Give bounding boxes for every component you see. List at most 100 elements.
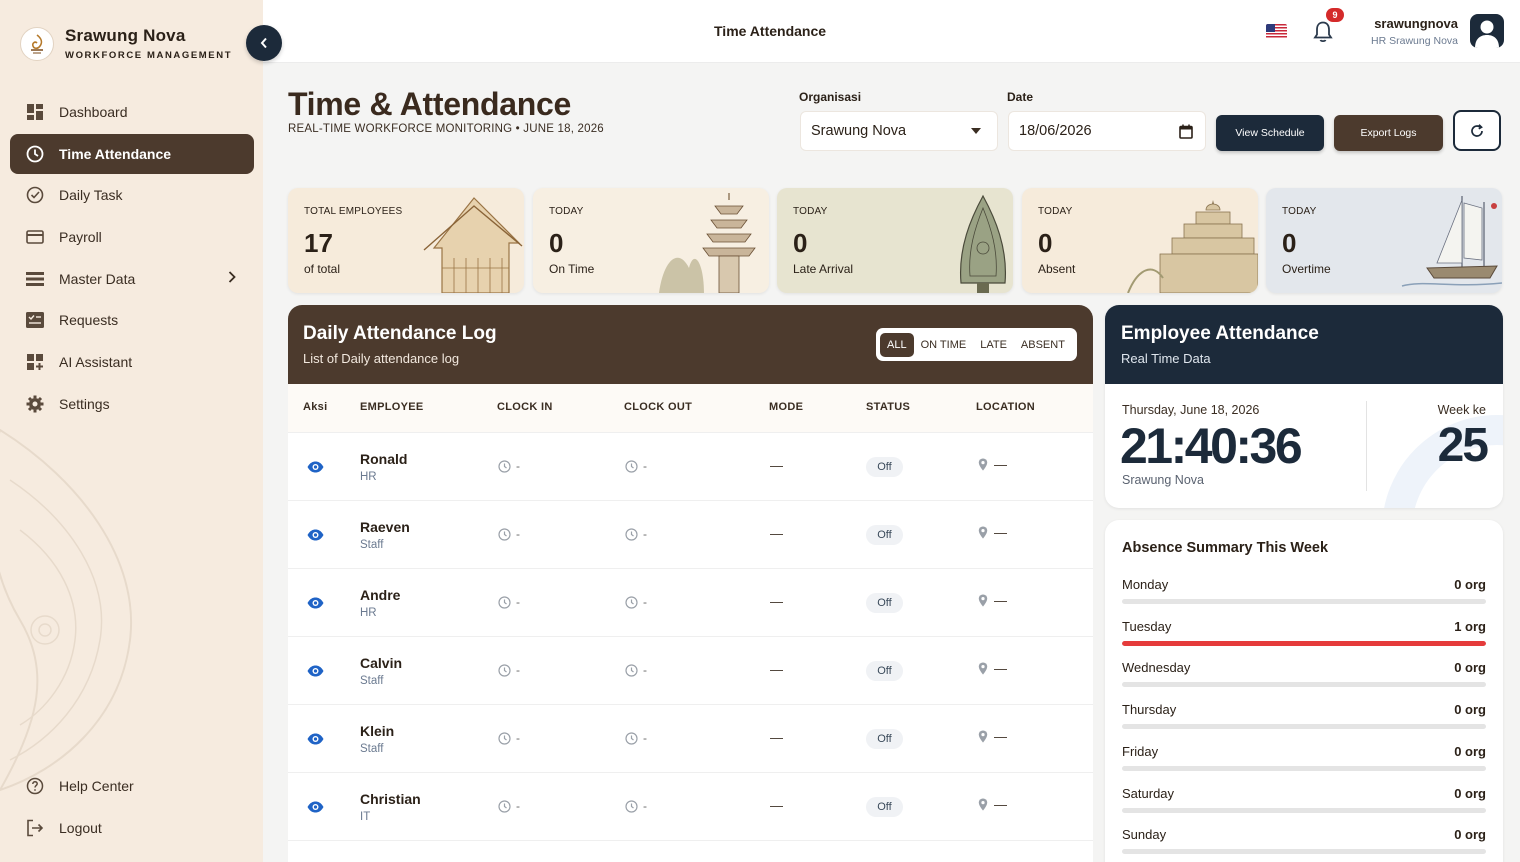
column-header-mode: MODE [769, 401, 804, 413]
day-label: Thursday [1122, 702, 1177, 718]
brand-logo [20, 26, 54, 61]
location-pin-icon [978, 594, 988, 607]
collapse-sidebar-button[interactable] [246, 25, 282, 61]
top-bar: Time Attendance 9 srawungnova HR Srawung… [263, 0, 1520, 63]
log-subtitle: List of Daily attendance log [303, 351, 460, 366]
stat-label: TODAY [793, 206, 828, 217]
stat-subtitle: Absent [1038, 262, 1076, 276]
refresh-button[interactable] [1453, 110, 1501, 151]
table-row: Raeven Staff - - — Off — [288, 501, 1093, 569]
chevron-left-icon [260, 37, 267, 49]
location-cell: — [978, 593, 1007, 608]
location-cell: — [978, 525, 1007, 540]
sidebar-item-settings[interactable]: Settings [10, 384, 254, 424]
bell-icon[interactable] [1312, 20, 1334, 44]
stat-subtitle: of total [304, 262, 341, 276]
date-field[interactable]: 18/06/2026 [1008, 111, 1206, 151]
clock-in-value: - [516, 595, 520, 609]
organisasi-select[interactable]: Srawung Nova [800, 111, 998, 151]
user-role: HR Srawung Nova [1371, 35, 1458, 47]
sidebar-item-ai-assistant[interactable]: AI Assistant [10, 342, 254, 382]
clock-icon [625, 459, 638, 473]
week-label: Week ke [1437, 403, 1486, 417]
employee-attendance-header: Employee Attendance Real Time Data [1105, 305, 1503, 384]
clock-out-value: - [643, 799, 647, 813]
clock-icon [625, 731, 638, 745]
calendar-icon[interactable] [1179, 124, 1193, 139]
absence-day-row: Friday 0 org [1122, 744, 1486, 774]
clock-in-cell: - [498, 663, 520, 677]
filter-absent[interactable]: ABSENT [1014, 333, 1072, 357]
page-subtitle: REAL-TIME WORKFORCE MONITORING • JUNE 18… [288, 123, 604, 135]
employee-name: Klein [360, 723, 395, 739]
column-header-employee: EMPLOYEE [360, 401, 424, 413]
location-pin-icon [978, 730, 988, 743]
sidebar-item-master-data[interactable]: Master Data [10, 259, 254, 299]
avatar[interactable] [1470, 14, 1504, 48]
absence-progress-bar [1122, 599, 1486, 604]
clock-out-value: - [643, 663, 647, 677]
export-logs-button[interactable]: Export Logs [1334, 115, 1443, 151]
view-eye-icon[interactable] [307, 529, 324, 541]
week-number: 25 [1437, 419, 1489, 472]
view-schedule-button[interactable]: View Schedule [1216, 115, 1324, 151]
location-pin-icon [978, 662, 988, 675]
stat-card-absent: TODAY 0 Absent [1022, 188, 1258, 293]
divider [1366, 401, 1367, 491]
clock-in-value: - [516, 663, 520, 677]
sidebar-item-daily-task[interactable]: Daily Task [10, 175, 254, 215]
employee-name: Calvin [360, 655, 403, 671]
us-flag-icon[interactable] [1266, 24, 1287, 39]
sidebar-item-time-attendance[interactable]: Time Attendance [10, 133, 254, 174]
employee-name: Ronald [360, 451, 408, 467]
filter-on-time[interactable]: ON TIME [914, 333, 974, 357]
column-header-location: LOCATION [976, 401, 1036, 413]
view-eye-icon[interactable] [307, 665, 324, 677]
status-badge: Off [866, 457, 903, 477]
temple-pagoda-illustration [659, 193, 756, 293]
absence-summary-panel: Absence Summary This Week Monday 0 org T… [1105, 520, 1503, 862]
mode-value: — [770, 798, 783, 813]
sidebar-item-dashboard[interactable]: Dashboard [10, 92, 254, 132]
date-value: 18/06/2026 [1019, 123, 1092, 139]
clock-in-value: - [516, 459, 520, 473]
sidebar: Srawung Nova WORKFORCE MANAGEMENT Dashbo… [0, 0, 263, 862]
absence-progress-fill [1122, 640, 1486, 646]
status-filter-group: ALL ON TIME LATE ABSENT [876, 328, 1077, 361]
brand-subtitle: WORKFORCE MANAGEMENT [65, 50, 233, 61]
table-row: Christian IT - - — Off — [288, 773, 1093, 841]
view-eye-icon[interactable] [307, 461, 324, 473]
filter-all[interactable]: ALL [880, 332, 914, 357]
sidebar-item-help-center[interactable]: Help Center [10, 766, 254, 806]
status-badge: Off [866, 729, 903, 749]
view-eye-icon[interactable] [307, 597, 324, 609]
stat-subtitle: On Time [549, 262, 595, 276]
stat-label: TODAY [1282, 206, 1317, 217]
sidebar-item-requests[interactable]: Requests [10, 300, 254, 340]
gear-icon [26, 395, 44, 413]
day-count: 0 org [1454, 702, 1486, 718]
grid-plus-icon [26, 353, 44, 371]
absence-day-row: Saturday 0 org [1122, 786, 1486, 816]
status-badge: Off [866, 797, 903, 817]
stat-card-on-time: TODAY 0 On Time [533, 188, 769, 293]
absence-progress-bar [1122, 682, 1486, 688]
sidebar-item-payroll[interactable]: Payroll [10, 217, 254, 257]
location-cell: — [978, 457, 1007, 472]
day-label: Friday [1122, 743, 1159, 759]
sidebar-item-label: Time Attendance [59, 145, 172, 162]
table-row: Calvin Staff - - — Off — [288, 637, 1093, 705]
view-eye-icon[interactable] [307, 801, 324, 813]
employee-attendance-panel: Employee Attendance Real Time Data Thurs… [1105, 305, 1503, 508]
stat-label: TODAY [1038, 206, 1073, 217]
view-eye-icon[interactable] [307, 733, 324, 745]
stat-card-total-employees: TOTAL EMPLOYEES 17 of total [288, 188, 524, 293]
sidebar-item-logout[interactable]: Logout [10, 808, 254, 848]
mode-value: — [770, 458, 783, 473]
absence-summary-title: Absence Summary This Week [1122, 540, 1329, 556]
day-label: Sunday [1122, 827, 1167, 843]
stat-value: 0 [1038, 228, 1053, 258]
filter-late[interactable]: LATE [973, 333, 1014, 357]
absence-progress-bar [1122, 724, 1486, 730]
day-count: 0 org [1454, 660, 1486, 676]
